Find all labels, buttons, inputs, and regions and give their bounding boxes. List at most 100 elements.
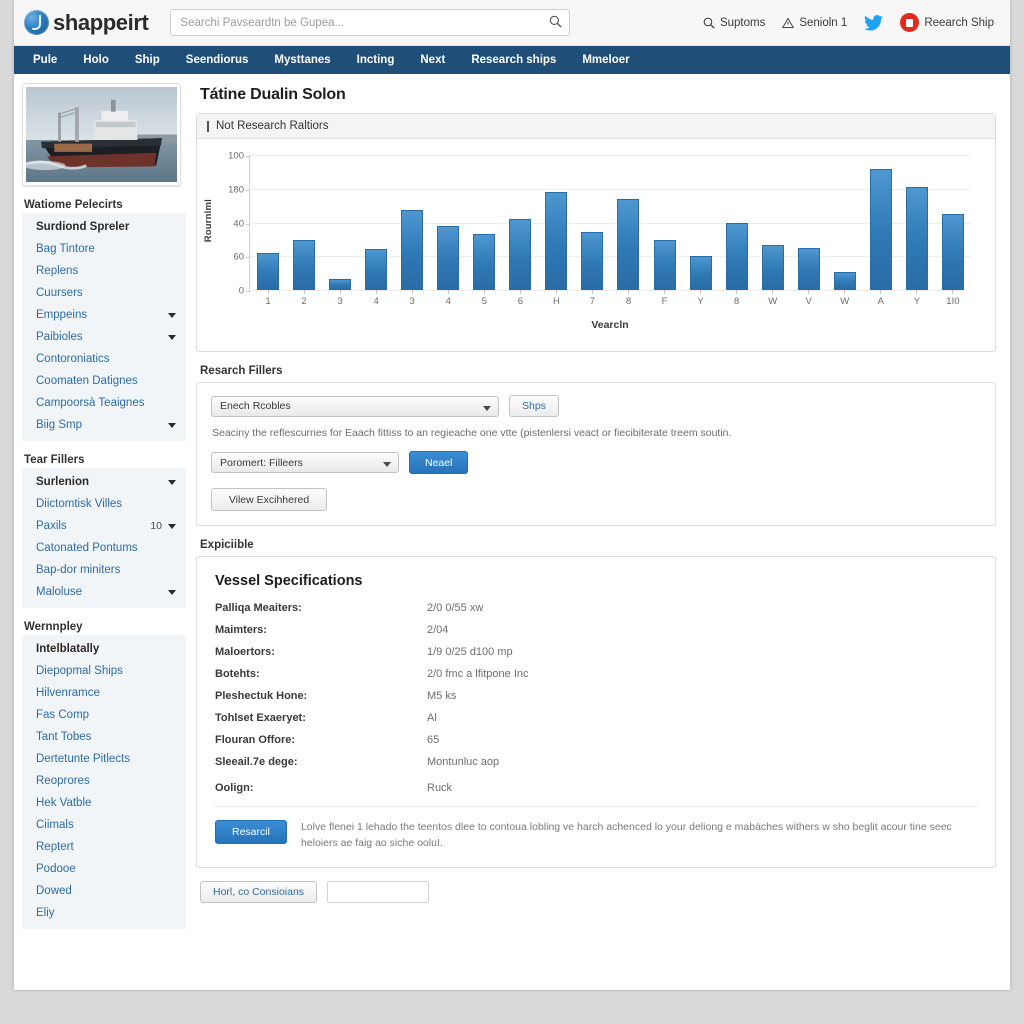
sidebar-item-1-5[interactable]: Maloluse: [22, 581, 186, 603]
chart-bar-cell: 1: [250, 155, 286, 307]
sidebar-item-0-8[interactable]: Campoorsà Teaignes: [22, 392, 186, 414]
sidebar-item-0-5[interactable]: Paibioles: [22, 326, 186, 348]
chart-bar[interactable]: [437, 226, 460, 290]
chevron-down-icon[interactable]: [168, 334, 176, 340]
sidebar-item-0-2[interactable]: Replens: [22, 260, 186, 282]
nav-item-8[interactable]: Mmeloer: [569, 46, 642, 74]
sidebar-item-2-8[interactable]: Ciimals: [22, 814, 186, 836]
header-action-twitter[interactable]: [864, 14, 884, 31]
chart-bar-cell: 7: [574, 155, 610, 307]
nav-item-1[interactable]: Holo: [70, 46, 122, 74]
sidebar-item-1-4[interactable]: Bap-dor miniters: [22, 559, 186, 581]
sidebar-item-1-0[interactable]: Surlenion: [22, 471, 186, 493]
sidebar-item-meta: [168, 422, 176, 428]
spec-key: Botehts:: [215, 668, 260, 680]
nav-item-6[interactable]: Next: [407, 46, 458, 74]
research-button[interactable]: Resarcil: [215, 820, 287, 844]
sidebar-item-0-9[interactable]: Biig Smp: [22, 414, 186, 436]
sidebar-item-1-3[interactable]: Catonated Pontums: [22, 537, 186, 559]
chart-bar[interactable]: [905, 186, 928, 290]
nav-item-3[interactable]: Seendiorus: [173, 46, 262, 74]
need-button[interactable]: Neael: [409, 451, 469, 474]
nav-item-2[interactable]: Ship: [122, 46, 173, 74]
sidebar-item-label: Maloluse: [36, 586, 83, 598]
sidebar-item-2-6[interactable]: Reoprores: [22, 770, 186, 792]
header-action-symptoms[interactable]: Suptoms: [703, 17, 765, 29]
sidebar-item-2-0[interactable]: Intelblatally: [22, 638, 186, 660]
considerations-button[interactable]: Horl, co Consioians: [200, 880, 318, 903]
sidebar-group-title: Wernnpley: [24, 621, 83, 633]
chart-bar[interactable]: [833, 272, 856, 290]
nav-item-0[interactable]: Pule: [24, 46, 70, 74]
footer-input[interactable]: [327, 880, 430, 903]
spec-key: Oolign:: [215, 782, 254, 794]
header-action-account[interactable]: Reearch Ship: [900, 13, 994, 32]
chevron-down-icon[interactable]: [168, 479, 176, 485]
sidebar-item-0-4[interactable]: Emppeins: [22, 304, 186, 326]
sidebar-item-2-9[interactable]: Reptert: [22, 836, 186, 858]
sidebar-item-0-6[interactable]: Contoroniatics: [22, 348, 186, 370]
nav-item-5[interactable]: Incting: [344, 46, 408, 74]
filter-select-secondary[interactable]: Poromert: Filleers: [211, 452, 399, 473]
sidebar-item-2-3[interactable]: Fas Comp: [22, 704, 186, 726]
sidebar-item-1-1[interactable]: Diictomtisk Villes: [22, 493, 186, 515]
chart-bar[interactable]: [509, 219, 532, 290]
nav-item-4[interactable]: Mysttanes: [261, 46, 343, 74]
sidebar-item-0-7[interactable]: Coomaten Datignes: [22, 370, 186, 392]
chart-bar[interactable]: [257, 253, 280, 290]
chart-x-tick: 5: [481, 296, 487, 307]
sidebar-item-2-10[interactable]: Podooe: [22, 858, 186, 880]
chevron-down-icon[interactable]: [168, 589, 176, 595]
chart-x-tickmark: [952, 290, 954, 294]
chart-x-tick: V: [805, 296, 812, 307]
ship-thumbnail[interactable]: [22, 83, 181, 186]
sidebar-item-0-0[interactable]: Surdiond Spreler: [22, 216, 186, 238]
sidebar-item-2-2[interactable]: Hilvenramce: [22, 682, 186, 704]
chart-bar[interactable]: [761, 245, 784, 290]
chart-bar[interactable]: [653, 239, 676, 290]
sidebar-item-2-7[interactable]: Hek Vatble: [22, 792, 186, 814]
chart-bar[interactable]: [401, 209, 424, 290]
search-input[interactable]: [170, 9, 571, 36]
header-action-label: Reearch Ship: [924, 16, 994, 29]
chart-bars: 1 2 3 4 3 4 5 6 H 7 8 F Y 8 W V W A Y 1I0: [250, 155, 971, 307]
chart-bar[interactable]: [545, 192, 568, 290]
chart-bar[interactable]: [797, 247, 820, 290]
chart-bar[interactable]: [581, 231, 604, 290]
sidebar-item-2-1[interactable]: Diepopmal Ships: [22, 660, 186, 682]
sidebar-item-2-4[interactable]: Tant Tobes: [22, 726, 186, 748]
chart-bar[interactable]: [869, 168, 892, 290]
filter-select-primary[interactable]: Enech Rcobles: [211, 395, 499, 417]
sidebar-item-0-3[interactable]: Cuursers: [22, 282, 186, 304]
chart-x-tickmark: [267, 290, 269, 294]
sidebar-item-0-1[interactable]: Bag Tintore: [22, 238, 186, 260]
brand-logo[interactable]: shappeirt: [24, 10, 149, 36]
view-exchanged-button[interactable]: Vilew Excihhered: [211, 488, 327, 511]
chart-x-tick: 8: [733, 296, 740, 307]
chevron-down-icon[interactable]: [168, 523, 176, 529]
spec-row: Sleeail.7e dege: Montunluc aop: [215, 756, 977, 768]
sidebar-item-2-11[interactable]: Dowed: [22, 880, 186, 902]
chart-bar[interactable]: [941, 213, 964, 290]
sidebar-item-1-2[interactable]: Paxils 10: [22, 515, 186, 537]
chevron-down-icon[interactable]: [168, 312, 176, 318]
chart-x-tick: A: [877, 296, 884, 307]
sidebar-item-2-5[interactable]: Dertetunte Pitlects: [22, 748, 186, 770]
sidebar-item-2-12[interactable]: Eliy: [22, 902, 186, 924]
chart-bar[interactable]: [617, 198, 640, 290]
nav-item-7[interactable]: Research ships: [458, 46, 569, 74]
header-action-session[interactable]: Senioln 1: [782, 17, 847, 29]
chart-x-tickmark: [555, 290, 557, 294]
chart-bar[interactable]: [725, 223, 748, 290]
filter-row-2: Poromert: Filleers Neael: [211, 451, 981, 474]
chart-bar[interactable]: [473, 234, 496, 290]
chart-bar[interactable]: [293, 239, 316, 290]
chart-bar[interactable]: [329, 279, 352, 290]
chart-bar[interactable]: [365, 249, 388, 290]
chart-bar-cell: H: [538, 155, 574, 307]
chart-y-tickmark: [246, 291, 250, 292]
ships-button[interactable]: Shps: [509, 395, 559, 417]
chart-bar[interactable]: [689, 256, 712, 290]
search-box[interactable]: [170, 9, 571, 36]
chevron-down-icon[interactable]: [168, 422, 176, 428]
